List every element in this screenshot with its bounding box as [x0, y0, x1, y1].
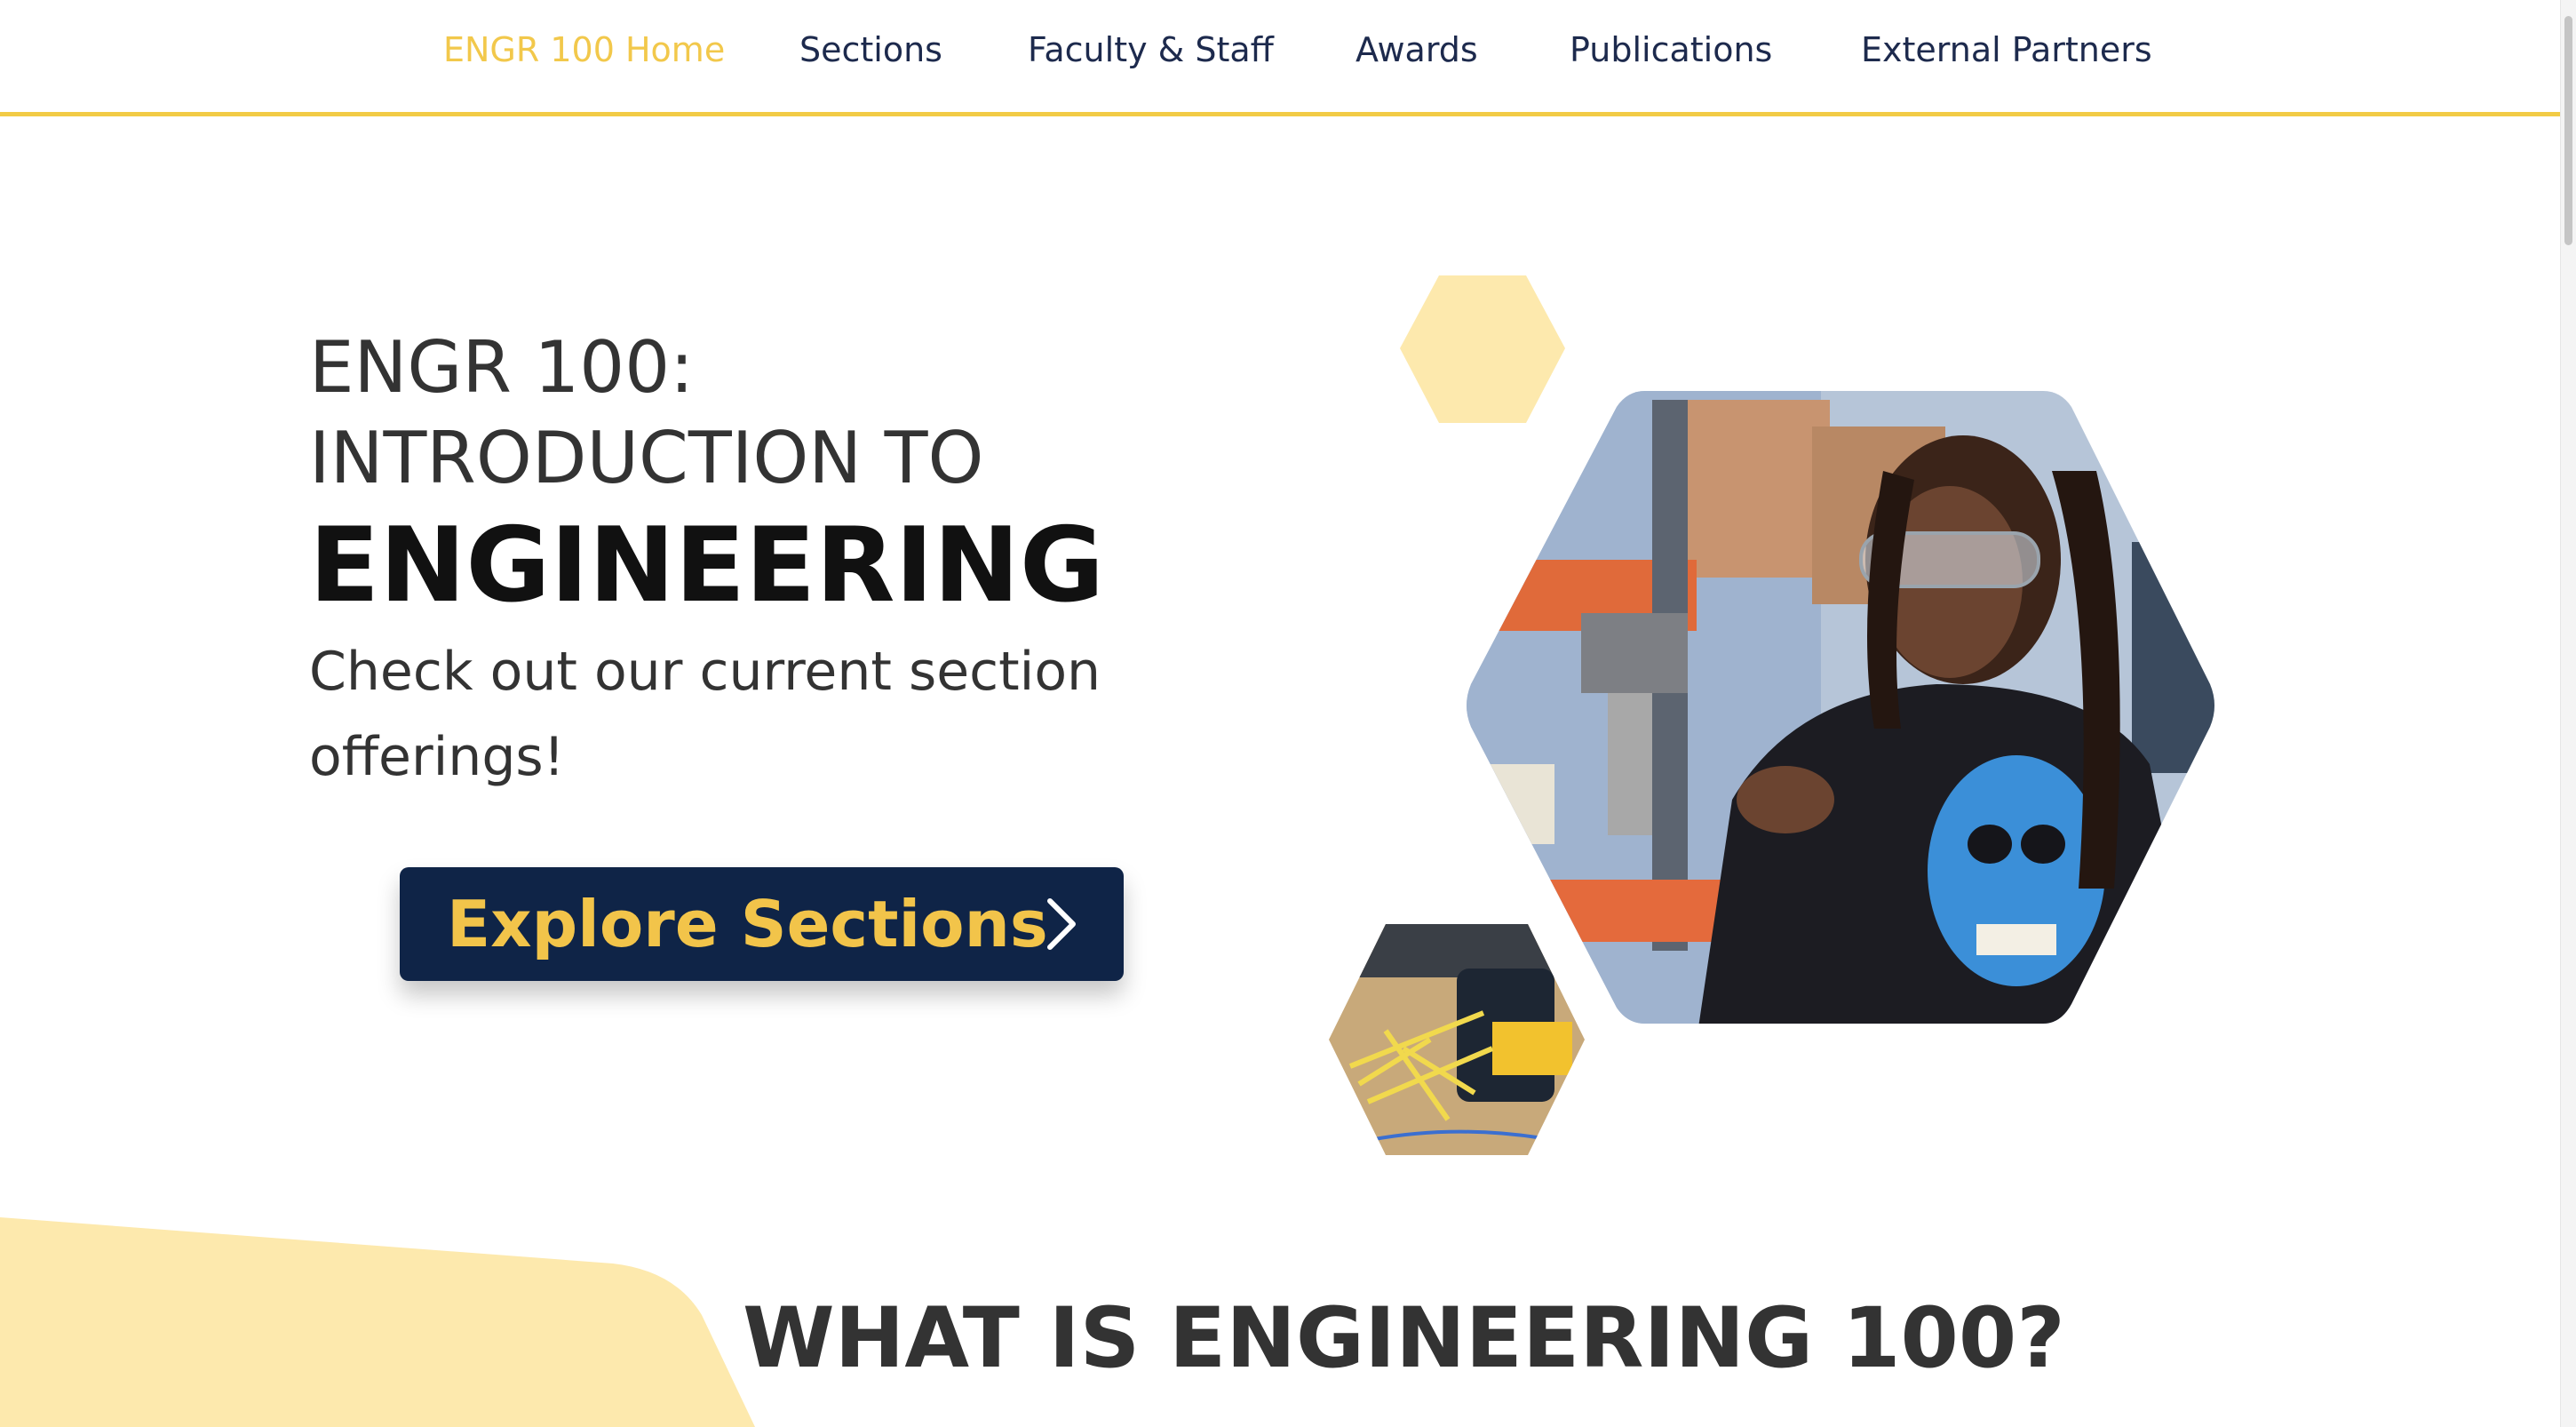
- hero-title-course-code: ENGR 100:: [309, 326, 695, 409]
- nav-item-engr100-home[interactable]: ENGR 100 Home: [443, 28, 725, 71]
- chevron-right-icon: [1047, 898, 1076, 950]
- hero-title-engineering: ENGINEERING: [309, 506, 1105, 626]
- explore-sections-button[interactable]: Explore Sections: [400, 867, 1124, 981]
- student-drill-press-photo: [1467, 391, 2214, 1024]
- top-navigation: ENGR 100 Home Sections Faculty & Staff A…: [0, 0, 2561, 116]
- hero-hexagon-collage: [1329, 275, 2214, 1155]
- scrollbar-thumb[interactable]: [2564, 16, 2572, 245]
- nav-item-sections[interactable]: Sections: [799, 28, 942, 71]
- what-is-engineering-100-heading: WHAT IS ENGINEERING 100?: [743, 1290, 2065, 1387]
- nav-item-awards[interactable]: Awards: [1356, 28, 1478, 71]
- nav-item-publications[interactable]: Publications: [1570, 28, 1772, 71]
- page-scrollbar[interactable]: [2560, 0, 2576, 1427]
- explore-sections-label: Explore Sections: [447, 887, 1048, 961]
- decorative-yellow-shape: [0, 1217, 755, 1427]
- hero-subtitle: Check out our current section offerings!: [309, 641, 1101, 788]
- hero-title-introduction: INTRODUCTION TO: [309, 417, 984, 499]
- nav-item-external-partners[interactable]: External Partners: [1861, 28, 2152, 71]
- nav-item-faculty-staff[interactable]: Faculty & Staff: [1028, 28, 1274, 71]
- resistors-photo: [1329, 924, 1585, 1155]
- decorative-hexagon: [1400, 275, 1565, 423]
